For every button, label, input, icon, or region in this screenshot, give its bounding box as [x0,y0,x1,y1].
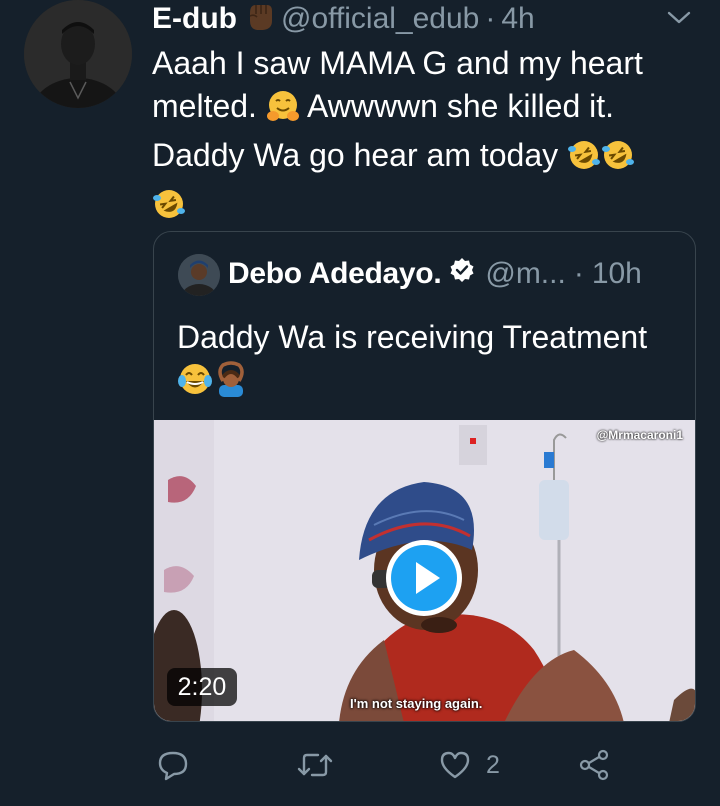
retweet-icon[interactable] [296,748,334,782]
play-button-icon[interactable] [384,538,464,618]
separator-dot: · [573,257,584,290]
tweet-text-line-4 [152,183,697,232]
tweet-header: E-dub @official_edub · 4h [152,0,535,38]
tweet-text-line-1: Aaah I saw MAMA G and my heart [152,45,643,81]
action-bar: 2 [0,740,720,790]
tweet-text-line-2-start: melted. [152,88,257,124]
tweet-text-line-2: melted. Awwwwn she killed it. [152,85,697,134]
verified-badge-icon [449,257,475,291]
quoted-tweet-card[interactable]: Debo Adedayo. @m... · 10h Daddy Wa is re… [153,231,696,722]
author-avatar[interactable] [24,0,132,108]
quoted-tweet-header: Debo Adedayo. @m... · 10h [228,253,642,295]
hugging-face-icon [266,89,300,134]
tweet-text-line-3: Daddy Wa go hear am today [152,134,697,183]
rolling-on-floor-laughing-icon [601,138,635,183]
like-count: 2 [486,750,500,779]
quoted-tweet-text-line: Daddy Wa is receiving Treatment [177,319,648,355]
quoted-author-name[interactable]: Debo Adedayo. [228,257,442,291]
tweet-text-line-2-end: Awwwwn she killed it. [306,88,615,124]
author-handle[interactable]: @official_edub [281,2,479,36]
face-with-tears-of-joy-icon [177,361,213,408]
quoted-tweet-time[interactable]: 10h [592,257,642,291]
quoted-author-handle[interactable]: @m... [485,257,565,291]
rolling-on-floor-laughing-icon [567,138,601,183]
video-player[interactable]: @Mrmacaroni1 2:20 I'm not staying again. [154,420,695,721]
tweet-text: Aaah I saw MAMA G and my heart melted. A… [152,42,697,232]
quoted-author-avatar[interactable] [178,254,220,296]
reply-button[interactable] [156,740,204,790]
video-subtitle: I'm not staying again. [350,696,483,711]
rolling-on-floor-laughing-icon [152,187,186,232]
author-name[interactable]: E-dub [152,2,237,36]
video-duration-badge: 2:20 [167,668,237,706]
raised-fist-icon [245,0,275,39]
retweet-button[interactable] [296,740,348,790]
separator-dot: · [485,2,496,35]
like-button[interactable]: 2 [438,740,500,790]
share-icon[interactable] [578,748,612,782]
person-gesturing-ok-icon [213,361,249,408]
quoted-tweet-text: Daddy Wa is receiving Treatment [177,316,687,408]
share-button[interactable] [578,740,612,790]
video-watermark: @Mrmacaroni1 [596,428,683,442]
tweet-text-line-3-text: Daddy Wa go hear am today [152,137,559,173]
reply-icon[interactable] [156,748,190,782]
tweet-time[interactable]: 4h [501,2,534,36]
quoted-tweet-emoji-line [177,359,687,408]
tweet[interactable]: E-dub @official_edub · 4h Aaah I saw MAM… [0,0,720,806]
caret-down-icon[interactable] [666,8,692,28]
like-icon[interactable] [438,748,472,782]
